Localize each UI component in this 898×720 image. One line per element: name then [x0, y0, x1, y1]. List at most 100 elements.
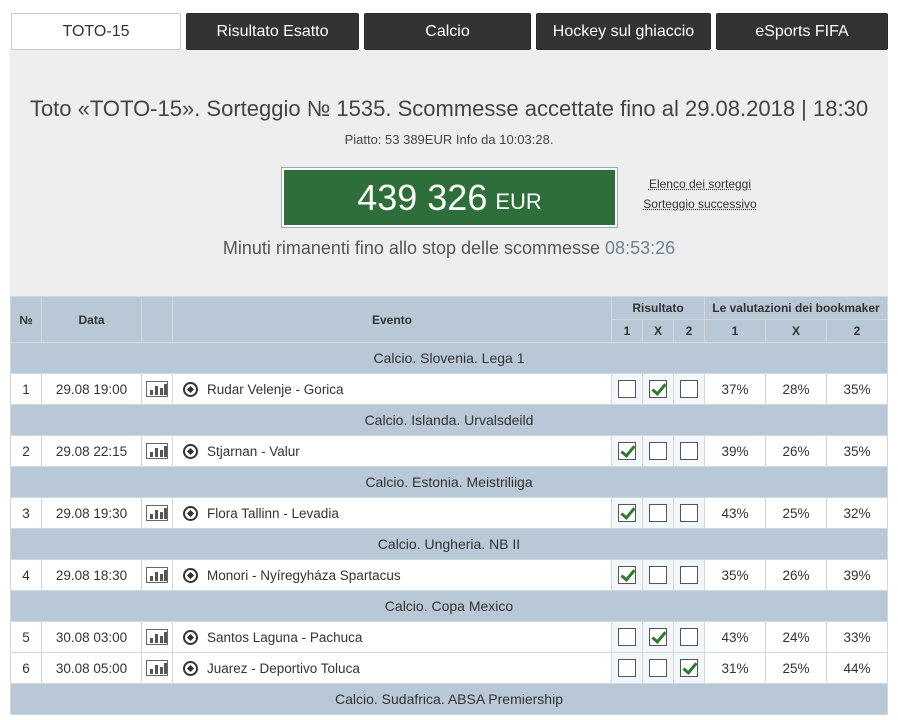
match-number: 5 — [10, 621, 42, 653]
table-row: 1 29.08 19:00 Rudar Velenje - Gorica 37%… — [10, 373, 888, 405]
result-checkbox-2[interactable] — [680, 628, 698, 646]
bookmaker-x: 25% — [765, 652, 827, 684]
stats-cell — [141, 621, 173, 653]
col-header-date: Data — [41, 296, 142, 343]
col-header-stats — [141, 296, 173, 343]
result-checkbox-x[interactable] — [649, 659, 667, 677]
result-checkbox-1[interactable] — [618, 380, 636, 398]
col-header-bk-2: 2 — [826, 319, 888, 343]
result-checkbox-1[interactable] — [618, 504, 636, 522]
result-checkbox-2[interactable] — [680, 566, 698, 584]
tab-esports-fifa[interactable]: eSports FIFA — [716, 13, 888, 50]
stats-icon[interactable] — [146, 660, 168, 677]
bookmaker-x: 28% — [765, 373, 827, 405]
bookmaker-1: 35% — [704, 559, 766, 591]
col-header-result-1: 1 — [611, 319, 643, 343]
bookmaker-x: 24% — [765, 621, 827, 653]
stats-icon[interactable] — [146, 505, 168, 522]
league-name: Calcio. Islanda. Urvalsdeild — [10, 404, 888, 436]
event-name: Monori - Nyíregyháza Spartacus — [207, 567, 401, 583]
stats-icon[interactable] — [146, 629, 168, 646]
result-checkbox-2[interactable] — [680, 380, 698, 398]
result-checkbox-x[interactable] — [649, 504, 667, 522]
match-number: 3 — [10, 497, 42, 529]
result-checkbox-1[interactable] — [618, 628, 636, 646]
league-name: Calcio. Slovenia. Lega 1 — [10, 342, 888, 374]
result-checkbox-x[interactable] — [649, 628, 667, 646]
event-name: Stjarnan - Valur — [207, 443, 300, 459]
result-checkbox-x[interactable] — [649, 566, 667, 584]
col-header-bookmakers: Le valutazioni dei bookmaker — [704, 296, 888, 320]
league-name: Calcio. Sudafrica. ABSA Premiership — [10, 683, 888, 715]
result-cell-1 — [611, 435, 643, 467]
result-cell-2 — [673, 559, 705, 591]
result-cell-1 — [611, 652, 643, 684]
tab-hockey-sul-ghiaccio[interactable]: Hockey sul ghiaccio — [536, 13, 711, 50]
event-cell: Monori - Nyíregyháza Spartacus — [172, 559, 612, 591]
col-header-result-x: X — [642, 319, 674, 343]
tab-toto-15[interactable]: TOTO-15 — [11, 13, 181, 50]
league-name: Calcio. Ungheria. NB II — [10, 528, 888, 560]
stats-cell — [141, 373, 173, 405]
event-cell: Santos Laguna - Pachuca — [172, 621, 612, 653]
bookmaker-1: 43% — [704, 621, 766, 653]
result-cell-2 — [673, 435, 705, 467]
result-checkbox-2[interactable] — [680, 659, 698, 677]
draws-list-link[interactable]: Elenco dei sorteggi — [640, 174, 760, 194]
soccer-ball-icon — [183, 629, 198, 645]
result-checkbox-1[interactable] — [618, 442, 636, 460]
result-cell-2 — [673, 497, 705, 529]
event-cell: Rudar Velenje - Gorica — [172, 373, 612, 405]
bookmaker-2: 33% — [826, 621, 888, 653]
draw-links: Elenco dei sorteggi Sorteggio successivo — [640, 174, 760, 214]
bookmaker-2: 39% — [826, 559, 888, 591]
league-row: Calcio. Copa Mexico — [10, 590, 888, 622]
col-header-result-2: 2 — [673, 319, 705, 343]
stats-icon[interactable] — [146, 443, 168, 460]
stats-icon[interactable] — [146, 381, 168, 398]
soccer-ball-icon — [183, 567, 198, 583]
table-row: 5 30.08 03:00 Santos Laguna - Pachuca 43… — [10, 621, 888, 653]
league-row: Calcio. Islanda. Urvalsdeild — [10, 404, 888, 436]
result-cell-1 — [611, 497, 643, 529]
countdown-time: 08:53:26 — [605, 238, 676, 258]
league-name: Calcio. Copa Mexico — [10, 590, 888, 622]
countdown: Minuti rimanenti fino allo stop delle sc… — [10, 238, 888, 259]
jackpot-currency: EUR — [495, 188, 542, 214]
soccer-ball-icon — [183, 443, 198, 459]
table-row: 4 29.08 18:30 Monori - Nyíregyháza Spart… — [10, 559, 888, 591]
next-draw-link[interactable]: Sorteggio successivo — [640, 194, 760, 214]
bookmaker-2: 35% — [826, 435, 888, 467]
tab-risultato-esatto[interactable]: Risultato Esatto — [186, 13, 359, 50]
bookmaker-1: 43% — [704, 497, 766, 529]
tab-calcio[interactable]: Calcio — [364, 13, 531, 50]
result-checkbox-1[interactable] — [618, 659, 636, 677]
result-checkbox-1[interactable] — [618, 566, 636, 584]
league-row: Calcio. Estonia. Meistriliiga — [10, 466, 888, 498]
bookmaker-x: 26% — [765, 435, 827, 467]
soccer-ball-icon — [183, 505, 198, 521]
result-cell-1 — [611, 373, 643, 405]
event-cell: Flora Tallinn - Levadia — [172, 497, 612, 529]
jackpot-display: 439 326 EUR — [281, 167, 618, 228]
matches-table: № Data Evento Risultato Le valutazioni d… — [10, 296, 888, 715]
event-name: Rudar Velenje - Gorica — [207, 381, 344, 397]
stats-icon[interactable] — [146, 567, 168, 584]
match-date: 30.08 05:00 — [41, 652, 142, 684]
result-cell-2 — [673, 621, 705, 653]
match-date: 29.08 19:00 — [41, 373, 142, 405]
bookmaker-x: 26% — [765, 559, 827, 591]
result-checkbox-x[interactable] — [649, 380, 667, 398]
match-number: 6 — [10, 652, 42, 684]
col-header-bk-x: X — [765, 319, 827, 343]
jackpot-amount: 439 326 — [357, 176, 488, 218]
stats-cell — [141, 559, 173, 591]
result-cell-x — [642, 652, 674, 684]
matches-body: Calcio. Slovenia. Lega 1 1 29.08 19:00 R… — [10, 342, 888, 715]
result-checkbox-2[interactable] — [680, 504, 698, 522]
result-checkbox-x[interactable] — [649, 442, 667, 460]
table-row: 3 29.08 19:30 Flora Tallinn - Levadia 43… — [10, 497, 888, 529]
table-row: 6 30.08 05:00 Juarez - Deportivo Toluca … — [10, 652, 888, 684]
result-checkbox-2[interactable] — [680, 442, 698, 460]
league-row: Calcio. Slovenia. Lega 1 — [10, 342, 888, 374]
